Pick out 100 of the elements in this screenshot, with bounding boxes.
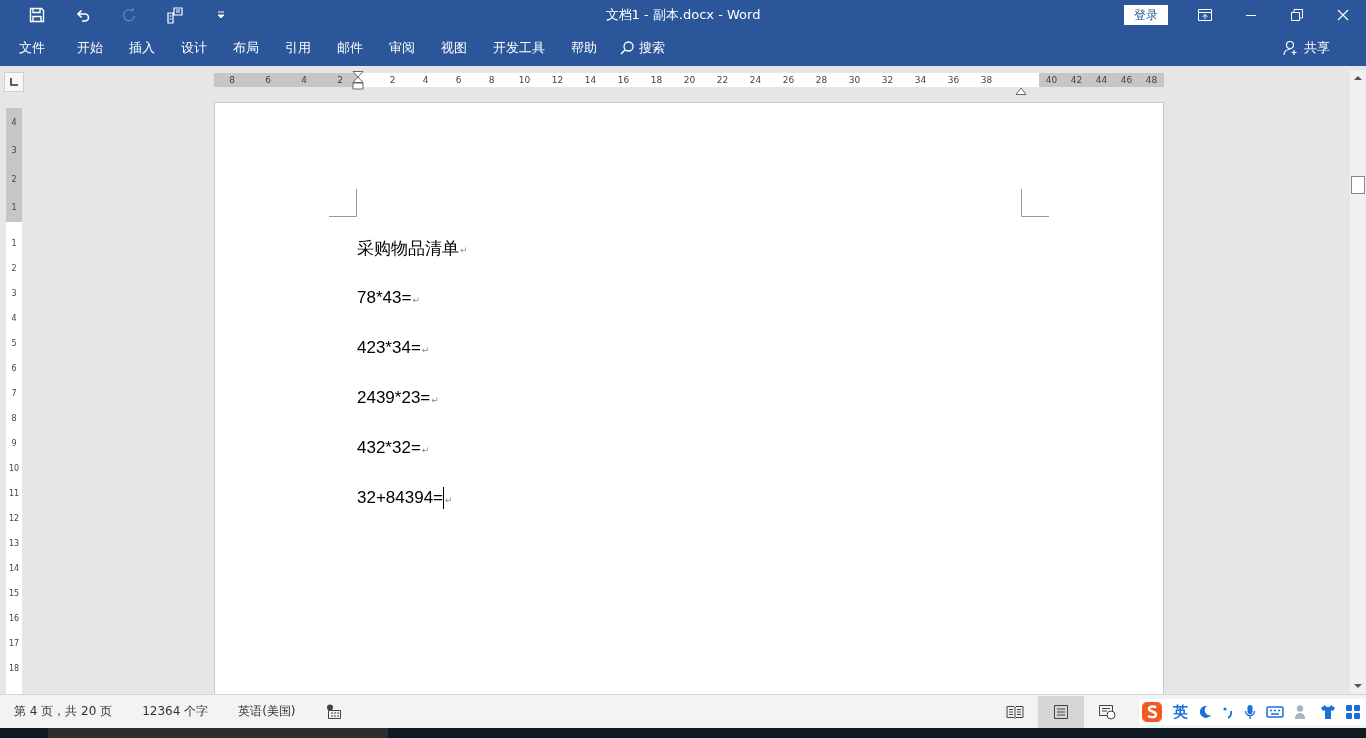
paragraph-text: 78*43= (357, 288, 412, 308)
ruler-number: 14 (583, 74, 598, 87)
ruler-number: 18 (649, 74, 664, 87)
page-icon (1053, 703, 1069, 720)
ruler-number: 11 (7, 488, 21, 500)
ribbon-tab[interactable]: 审阅 (376, 30, 428, 66)
ribbon-tab[interactable]: 引用 (272, 30, 324, 66)
ruler-number: 4 (10, 313, 18, 325)
ruler-number: 6 (265, 74, 271, 87)
ruler-number: 4 (421, 74, 430, 87)
margin-corner-mark (1021, 189, 1049, 217)
ruler-number: 1 (10, 202, 18, 215)
margin-corner-mark (329, 189, 357, 217)
ruler-number: 3 (10, 145, 18, 158)
ruler-number: 46 (1119, 74, 1134, 87)
ruler-number: 10 (7, 463, 21, 475)
paragraph-text: 432*32= (357, 438, 421, 458)
ruler-number: 15 (7, 588, 21, 600)
ribbon-tab[interactable]: 设计 (168, 30, 220, 66)
word-count[interactable]: 12364 个字 (142, 703, 209, 720)
ruler-number: 2 (388, 74, 397, 87)
close-icon (1337, 9, 1349, 21)
sign-in-button[interactable]: 登录 (1124, 5, 1168, 25)
page-count[interactable]: 第 4 页，共 20 页 (14, 703, 113, 720)
ruler-number: 1 (10, 238, 18, 250)
ribbon-tab[interactable]: 开始 (64, 30, 116, 66)
ruler-number: 42 (1069, 74, 1084, 87)
paragraph-mark: ↵ (445, 495, 453, 505)
ruler-number: 13 (7, 538, 21, 550)
ruler-number: 28 (814, 74, 829, 87)
input-mode-toggle[interactable]: 英 (1173, 702, 1188, 722)
paragraph-text: 32+84394= (357, 488, 444, 508)
paragraph-mark: ↵ (431, 395, 439, 405)
add-person-icon (1283, 40, 1299, 56)
vertical-scrollbar[interactable] (1350, 70, 1366, 694)
ruler-number: 9 (10, 438, 18, 450)
ruler-number: 2 (337, 74, 343, 87)
ruler-number: 12 (7, 513, 21, 525)
paragraph-text: 2439*23= (357, 388, 431, 408)
open-book-icon (1006, 704, 1024, 719)
macro-recording-icon[interactable] (325, 703, 342, 720)
ruler-number: 24 (748, 74, 763, 87)
microphone-icon[interactable] (1244, 704, 1256, 720)
ruler-number: 38 (979, 74, 994, 87)
ruler-number: 3 (10, 288, 18, 300)
moon-icon[interactable] (1198, 705, 1212, 719)
ruler-number: 7 (10, 388, 18, 400)
left-tab-icon (10, 78, 18, 86)
paragraph-mark: ↵ (460, 245, 468, 255)
keyboard-icon[interactable] (1266, 706, 1284, 718)
ribbon-tab[interactable]: 视图 (428, 30, 480, 66)
ruler-number: 17 (7, 638, 21, 650)
ribbon-tab[interactable]: 插入 (116, 30, 168, 66)
ruler-number: 16 (616, 74, 631, 87)
ruler-number: 2 (10, 173, 18, 186)
paragraph-text: 423*34= (357, 338, 421, 358)
paragraph-mark: ↵ (412, 295, 420, 305)
ruler-number: 2 (10, 263, 18, 275)
ruler-number: 14 (7, 563, 21, 575)
ribbon-tab[interactable]: 布局 (220, 30, 272, 66)
ruler-number: 40 (1044, 74, 1059, 87)
ribbon-tab[interactable]: 邮件 (324, 30, 376, 66)
ruler-number: 10 (517, 74, 532, 87)
input-method-logo-icon[interactable] (1141, 701, 1163, 723)
ruler-number: 36 (946, 74, 961, 87)
shirt-icon[interactable] (1320, 704, 1336, 720)
ruler-number: 6 (454, 74, 463, 87)
ribbon-tab[interactable]: 帮助 (558, 30, 610, 66)
ribbon-tab[interactable]: 文件 (0, 30, 64, 66)
ruler-number: 4 (10, 116, 18, 129)
paragraph-mark: ↵ (421, 445, 430, 455)
search-button[interactable]: 搜索 (610, 39, 675, 57)
ruler-number: 20 (682, 74, 697, 87)
scrollbar-thumb[interactable] (1351, 176, 1365, 194)
ruler-number: 12 (550, 74, 565, 87)
web-page-icon (1098, 703, 1116, 720)
toolbox-icon[interactable] (1346, 705, 1360, 719)
punctuation-icon[interactable] (1222, 705, 1234, 719)
ruler-number: 6 (10, 363, 18, 375)
paragraph-mark: ↵ (421, 345, 430, 355)
ribbon-display-icon (1198, 9, 1212, 21)
restore-icon (1291, 9, 1303, 21)
ruler-number: 8 (229, 74, 235, 87)
ruler-number: 26 (781, 74, 796, 87)
window-title: 文档1 - 副本.docx - Word (605, 6, 761, 24)
ruler-number: 48 (1144, 74, 1159, 87)
ruler-number: 22 (715, 74, 730, 87)
ribbon-tab[interactable]: 开发工具 (480, 30, 558, 66)
share-button[interactable]: 共享 (1273, 39, 1340, 57)
ruler-number: 5 (10, 338, 18, 350)
paragraph-text: 采购物品清单 (357, 237, 459, 260)
tab-stop-selector[interactable] (4, 72, 24, 92)
ruler-number: 32 (880, 74, 895, 87)
ruler-number: 4 (301, 74, 307, 87)
ruler-number: 16 (7, 613, 21, 625)
search-icon (620, 41, 634, 55)
print-layout-button[interactable] (1038, 695, 1084, 728)
ruler-number: 34 (913, 74, 928, 87)
language-indicator[interactable]: 英语(美国) (238, 703, 296, 720)
ruler-number: 30 (847, 74, 862, 87)
